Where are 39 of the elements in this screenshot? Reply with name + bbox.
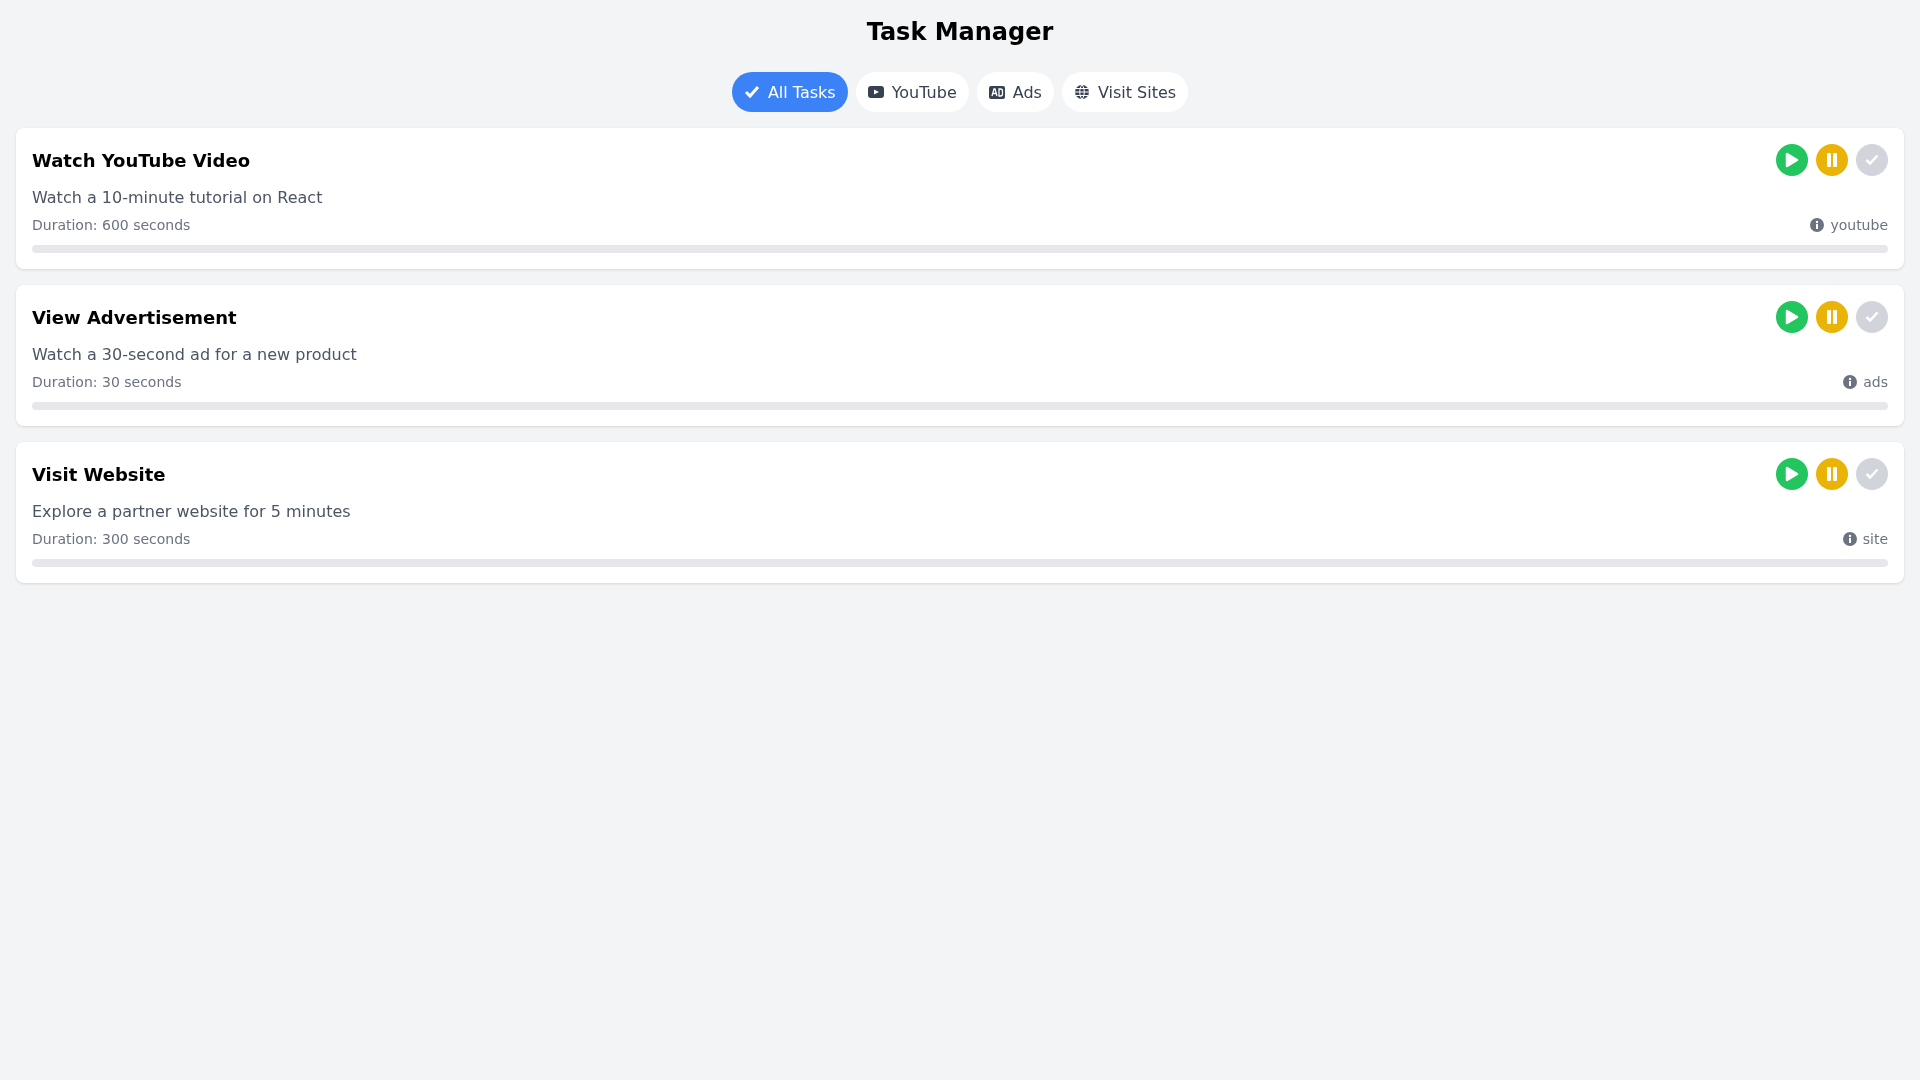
filter-tab[interactable]: Visit Sites bbox=[1061, 72, 1189, 112]
filter-tab[interactable]: All Tasks bbox=[731, 72, 848, 112]
filter-tab[interactable]: Ads bbox=[976, 72, 1054, 112]
play-button[interactable] bbox=[1776, 144, 1808, 176]
task-title: Visit Website bbox=[32, 463, 166, 485]
pause-icon bbox=[1826, 153, 1838, 167]
filter-tab[interactable]: YouTube bbox=[855, 72, 969, 112]
task-title: View Advertisement bbox=[32, 306, 237, 328]
play-icon bbox=[1785, 152, 1799, 168]
task-description: Watch a 10-minute tutorial on React bbox=[32, 188, 324, 207]
check-icon bbox=[1865, 311, 1879, 323]
info-icon bbox=[1810, 218, 1825, 232]
pause-button[interactable] bbox=[1816, 458, 1848, 490]
globe-icon bbox=[1073, 84, 1090, 100]
pause-icon bbox=[1826, 467, 1838, 481]
task-title: Watch YouTube Video bbox=[32, 149, 250, 171]
play-button[interactable] bbox=[1776, 301, 1808, 333]
video-icon bbox=[867, 86, 884, 98]
task-type: site bbox=[1862, 531, 1888, 547]
task-type: youtube bbox=[1830, 217, 1888, 233]
pause-button[interactable] bbox=[1816, 144, 1848, 176]
task-duration: Duration: 600 seconds bbox=[32, 217, 191, 233]
page-title: Task Manager bbox=[866, 17, 1054, 48]
play-button[interactable] bbox=[1776, 458, 1808, 490]
pause-button[interactable] bbox=[1816, 301, 1848, 333]
play-icon bbox=[1785, 466, 1799, 482]
task-type: ads bbox=[1863, 374, 1888, 390]
check-icon bbox=[1865, 154, 1879, 166]
task-description: Explore a partner website for 5 minutes bbox=[32, 502, 352, 521]
check-icon bbox=[743, 85, 760, 99]
check-icon bbox=[1865, 468, 1879, 480]
info-icon bbox=[1842, 532, 1857, 546]
ad-icon bbox=[988, 85, 1005, 99]
task-description: Watch a 30-second ad for a new product bbox=[32, 345, 358, 364]
task-duration: Duration: 300 seconds bbox=[32, 531, 191, 547]
play-icon bbox=[1785, 309, 1799, 325]
pause-icon bbox=[1826, 310, 1838, 324]
info-icon bbox=[1843, 375, 1858, 389]
task-duration: Duration: 30 seconds bbox=[32, 374, 182, 390]
